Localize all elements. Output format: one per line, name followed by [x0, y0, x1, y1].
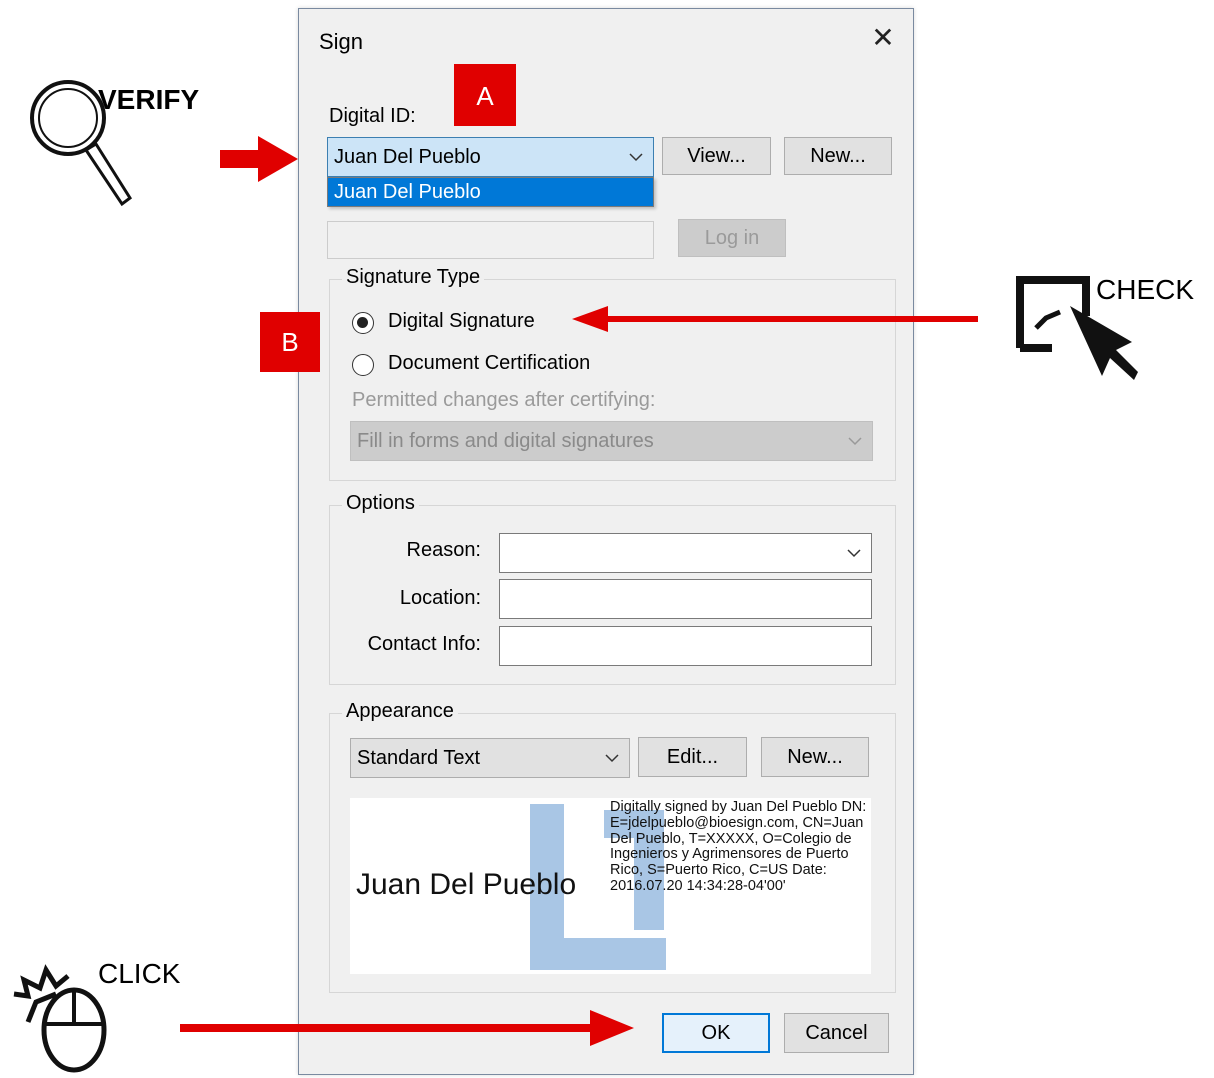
preview-signer-name: Juan Del Pueblo	[356, 868, 577, 901]
marker-b: B	[260, 312, 320, 372]
permitted-changes-value: Fill in forms and digital signatures	[357, 430, 654, 452]
digital-id-dropdown: Juan Del Pueblo	[327, 177, 654, 207]
new-id-button[interactable]: New...	[784, 137, 892, 175]
arrow-right-icon	[590, 1010, 634, 1046]
password-input[interactable]	[327, 221, 654, 259]
sign-dialog: Sign ✕ Digital ID: Juan Del Pueblo Juan …	[298, 8, 914, 1075]
edit-appearance-button[interactable]: Edit...	[638, 737, 747, 777]
arrow-right-icon	[220, 136, 298, 182]
dialog-title: Sign	[319, 29, 364, 54]
marker-a: A	[454, 64, 516, 126]
digital-id-label: Digital ID:	[329, 105, 416, 127]
chevron-down-icon	[848, 437, 862, 446]
permitted-changes-select[interactable]: Fill in forms and digital signatures	[350, 421, 873, 461]
ok-button[interactable]: OK	[662, 1013, 770, 1053]
login-button[interactable]: Log in	[678, 219, 786, 257]
digital-id-select[interactable]: Juan Del Pueblo	[327, 137, 654, 177]
arrow-shaft	[180, 1024, 598, 1032]
digital-signature-radio[interactable]	[352, 312, 374, 334]
digital-id-option[interactable]: Juan Del Pueblo	[328, 178, 653, 206]
arrow-left-icon	[572, 306, 608, 332]
cancel-button[interactable]: Cancel	[784, 1013, 889, 1053]
options-legend: Options	[342, 492, 419, 515]
location-input[interactable]	[499, 579, 872, 619]
chevron-down-icon	[629, 153, 643, 162]
close-icon[interactable]: ✕	[867, 23, 899, 55]
new-appearance-button[interactable]: New...	[761, 737, 869, 777]
document-certification-label: Document Certification	[388, 352, 591, 374]
appearance-select[interactable]: Standard Text	[350, 738, 630, 778]
contact-info-label: Contact Info:	[367, 633, 481, 655]
signature-preview: Juan Del Pueblo Digitally signed by Juan…	[350, 798, 871, 974]
location-label: Location:	[399, 587, 481, 609]
preview-signature-details: Digitally signed by Juan Del Pueblo DN: …	[610, 799, 867, 894]
reason-label: Reason:	[406, 539, 482, 561]
click-text: CLICK	[98, 958, 181, 989]
signature-type-legend: Signature Type	[342, 266, 485, 289]
verify-text: VERIFY	[98, 84, 200, 115]
check-text: CHECK	[1096, 274, 1195, 305]
reason-select[interactable]	[499, 533, 872, 573]
digital-signature-label: Digital Signature	[388, 310, 535, 332]
appearance-value: Standard Text	[357, 747, 481, 769]
arrow-shaft	[604, 316, 978, 322]
view-button[interactable]: View...	[662, 137, 771, 175]
permitted-changes-label: Permitted changes after certifying:	[352, 389, 656, 411]
contact-info-input[interactable]	[499, 626, 872, 666]
chevron-down-icon	[605, 754, 619, 763]
chevron-down-icon	[847, 549, 861, 558]
digital-id-value: Juan Del Pueblo	[334, 146, 481, 168]
appearance-legend: Appearance	[342, 700, 458, 723]
document-certification-radio[interactable]	[352, 354, 374, 376]
